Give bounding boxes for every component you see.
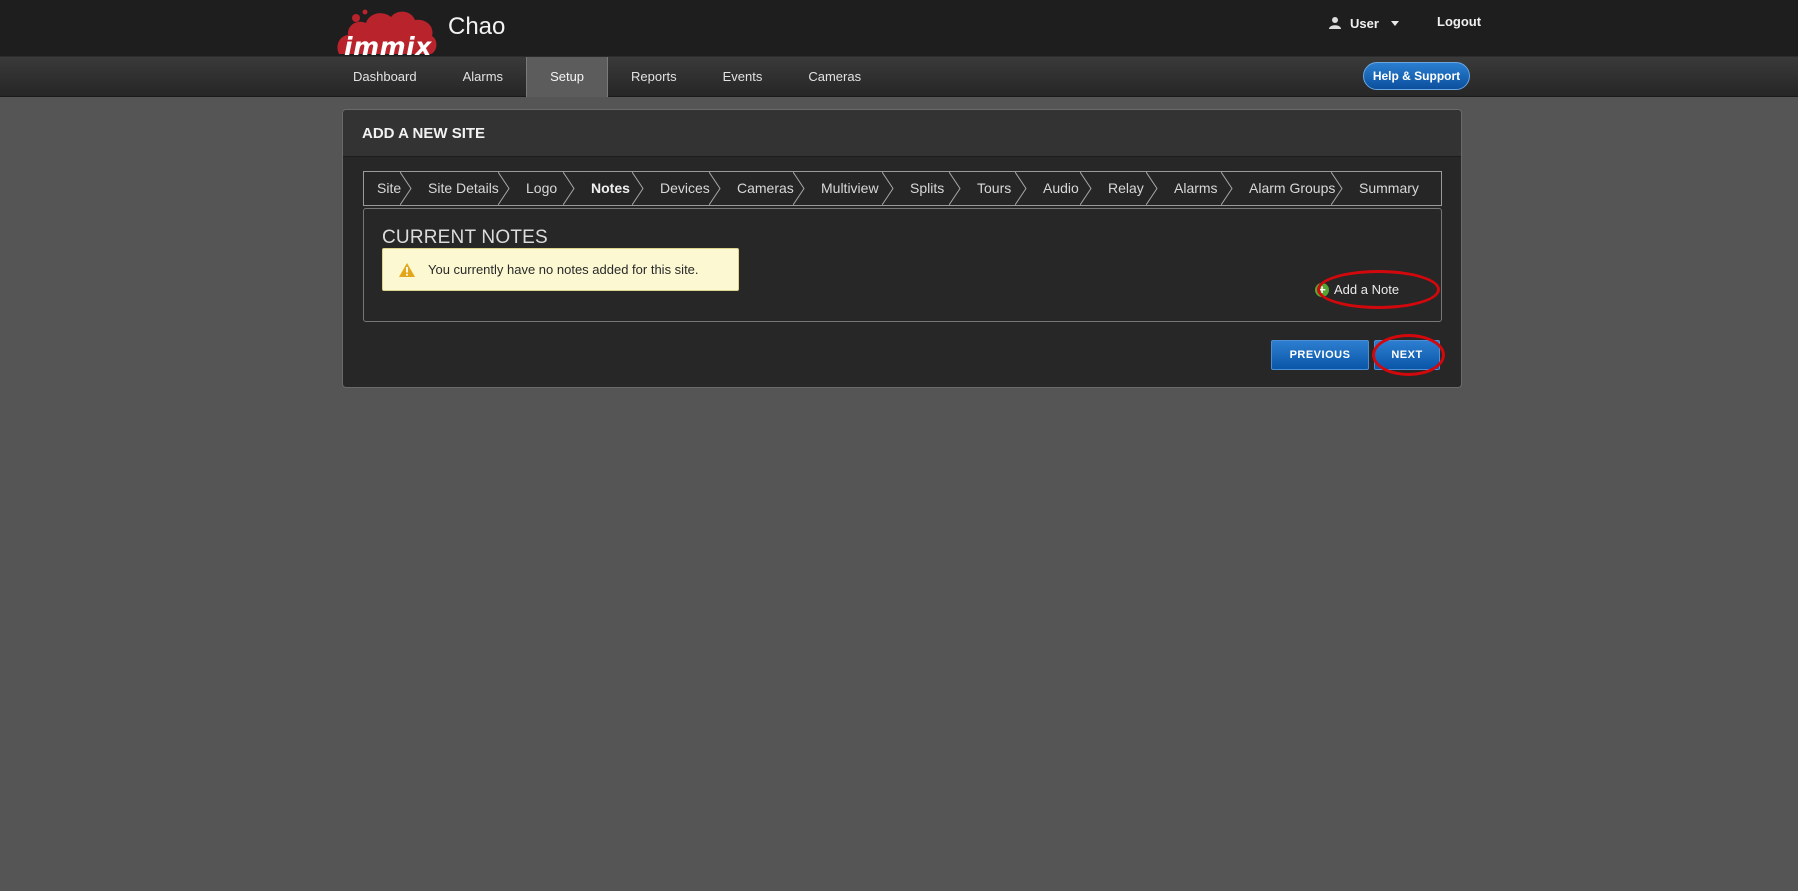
wizard-step-label: Alarms — [1174, 180, 1218, 196]
wizard-step-label: Alarm Groups — [1249, 180, 1336, 196]
step-chevron-icon — [632, 172, 644, 205]
nav-items: Dashboard Alarms Setup Reports Events Ca… — [330, 57, 884, 97]
nav-item-cameras[interactable]: Cameras — [785, 57, 884, 97]
wizard-steps: Site Site Details Logo Notes Devices Cameras M… — [363, 171, 1442, 206]
alert-message: You currently have no notes added for th… — [428, 262, 699, 277]
step-chevron-icon — [1015, 172, 1027, 205]
panel-title: ADD A NEW SITE — [343, 110, 1461, 157]
step-chevron-icon — [793, 172, 805, 205]
nav-item-alarms[interactable]: Alarms — [440, 57, 526, 97]
wizard-step-cameras[interactable]: Cameras — [721, 172, 805, 205]
wizard-step-label: Tours — [977, 180, 1012, 196]
wizard-step-label: Relay — [1108, 180, 1144, 196]
immix-logo[interactable]: immix — [335, 6, 439, 61]
user-icon — [1329, 17, 1341, 29]
main-nav: Dashboard Alarms Setup Reports Events Ca… — [0, 57, 1798, 97]
wizard-step-label: Cameras — [737, 180, 794, 196]
add-note-label: Add a Note — [1334, 282, 1400, 297]
step-chevron-icon — [498, 172, 510, 205]
wizard-step-relay[interactable]: Relay — [1092, 172, 1158, 205]
wizard-step-label: Site Details — [428, 180, 499, 196]
previous-button[interactable]: PREVIOUS — [1271, 340, 1369, 370]
wizard-step-splits[interactable]: Splits — [894, 172, 961, 205]
nav-item-reports[interactable]: Reports — [608, 57, 700, 97]
nav-item-events[interactable]: Events — [700, 57, 786, 97]
step-chevron-icon — [949, 172, 961, 205]
chevron-down-icon — [1390, 20, 1399, 26]
warning-icon — [399, 262, 415, 277]
nav-item-setup[interactable]: Setup — [526, 57, 609, 97]
add-note-button[interactable]: + Add a Note — [1315, 282, 1399, 297]
step-chevron-icon — [1080, 172, 1092, 205]
notes-title: CURRENT NOTES — [382, 227, 548, 248]
next-button[interactable]: NEXT — [1374, 340, 1440, 370]
logout-link[interactable]: Logout — [1437, 14, 1481, 29]
wizard-step-label: Summary — [1359, 180, 1419, 196]
wizard-step-label: Multiview — [821, 180, 879, 196]
wizard-step-devices[interactable]: Devices — [644, 172, 721, 205]
wizard-step-site-details[interactable]: Site Details — [412, 172, 510, 205]
user-label: User — [1350, 15, 1379, 31]
plus-circle-icon: + — [1315, 282, 1329, 297]
help-support-button[interactable]: Help & Support — [1363, 62, 1470, 90]
wizard-step-label: Logo — [526, 180, 558, 196]
wizard-step-site[interactable]: Site — [364, 172, 412, 205]
wizard-step-summary[interactable]: Summary — [1343, 172, 1419, 205]
wizard-step-label: Splits — [910, 180, 945, 196]
wizard-step-tours[interactable]: Tours — [961, 172, 1027, 205]
wizard-step-alarm-groups[interactable]: Alarm Groups — [1233, 172, 1343, 205]
step-chevron-icon — [400, 172, 412, 205]
user-menu[interactable]: User — [1328, 14, 1399, 32]
step-chevron-icon — [563, 172, 575, 205]
add-site-panel: ADD A NEW SITE Site Site Details Logo Notes… — [342, 109, 1462, 388]
no-notes-alert: You currently have no notes added for th… — [382, 248, 739, 291]
wizard-step-multiview[interactable]: Multiview — [805, 172, 894, 205]
step-chevron-icon — [1331, 172, 1343, 205]
wizard-step-alarms[interactable]: Alarms — [1158, 172, 1233, 205]
wizard-step-label: Notes — [591, 180, 630, 196]
step-chevron-icon — [709, 172, 721, 205]
app-title: Chao — [448, 13, 506, 40]
nav-item-dashboard[interactable]: Dashboard — [330, 57, 440, 97]
top-header: immix Chao User Logout — [0, 0, 1798, 61]
wizard-step-label: Devices — [660, 180, 710, 196]
step-chevron-icon — [1146, 172, 1158, 205]
wizard-step-label: Site — [377, 180, 402, 196]
wizard-step-notes[interactable]: Notes — [575, 172, 644, 205]
wizard-step-logo[interactable]: Logo — [510, 172, 575, 205]
current-notes-section: CURRENT NOTES You currently have no note… — [363, 208, 1442, 322]
step-chevron-icon — [1221, 172, 1233, 205]
wizard-step-audio[interactable]: Audio — [1027, 172, 1092, 205]
wizard-step-label: Audio — [1043, 180, 1079, 196]
step-chevron-icon — [882, 172, 894, 205]
